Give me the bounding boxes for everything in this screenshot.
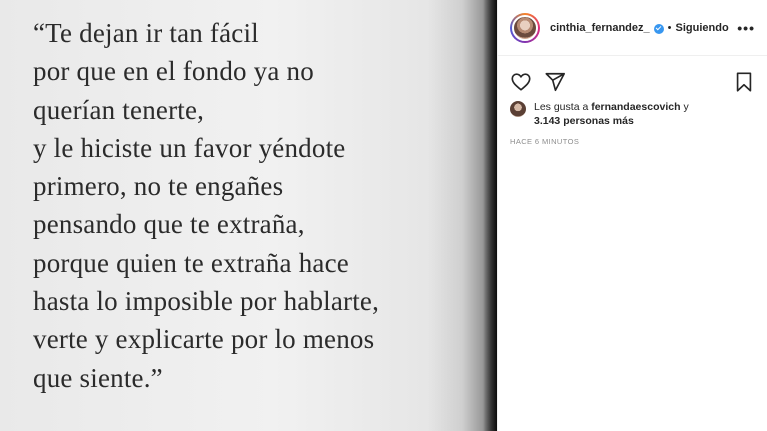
quote-text: “Te dejan ir tan fácil por que en el fon… <box>33 14 488 397</box>
more-options-button[interactable]: ••• <box>737 20 755 36</box>
action-bar <box>510 70 755 94</box>
instagram-post-view: “Te dejan ir tan fácil por que en el fon… <box>0 0 767 431</box>
avatar-image <box>512 14 538 41</box>
quote-line: “Te dejan ir tan fácil <box>33 18 259 48</box>
post-image[interactable]: “Te dejan ir tan fácil por que en el fon… <box>0 0 497 431</box>
quote-line: por que en el fondo ya no <box>33 56 314 87</box>
heart-icon[interactable] <box>510 71 532 93</box>
username-link[interactable]: cinthia_fernandez_ <box>550 22 650 34</box>
post-side-panel: cinthia_fernandez_ • Siguiendo ••• Les g… <box>497 0 767 431</box>
quote-line: hasta lo imposible por hablarte, <box>33 286 380 317</box>
quote-line: primero, no te engañes <box>33 171 284 202</box>
liker-username-link[interactable]: fernandaescovich <box>591 101 680 113</box>
post-header: cinthia_fernandez_ • Siguiendo ••• <box>498 0 767 56</box>
separator-dot: • <box>667 21 672 34</box>
quote-line: porque quien te extraña hace <box>33 247 349 278</box>
quote-line: verte y explicarte por lo menos <box>33 324 375 355</box>
likes-summary: Les gusta a fernandaescovich y 3.143 per… <box>510 100 755 128</box>
avatar[interactable] <box>510 12 540 43</box>
quote-line: pensando que te extraña, <box>33 209 305 240</box>
following-button[interactable]: Siguiendo <box>676 22 729 34</box>
bookmark-icon[interactable] <box>733 71 755 93</box>
quote-line: y le hiciste un favor yéndote <box>33 132 346 163</box>
verified-badge-icon <box>653 23 664 34</box>
likes-connector: y <box>683 101 689 113</box>
likes-prefix: Les gusta a <box>534 101 589 113</box>
quote-line: querían tenerte, <box>33 94 205 125</box>
likes-count-link[interactable]: 3.143 personas más <box>534 115 634 127</box>
likes-text: Les gusta a fernandaescovich y 3.143 per… <box>534 100 689 128</box>
post-timestamp[interactable]: HACE 6 MINUTOS <box>510 137 579 146</box>
send-icon[interactable] <box>544 71 566 93</box>
liker-avatar[interactable] <box>510 101 526 117</box>
quote-line: que siente.” <box>33 362 163 393</box>
